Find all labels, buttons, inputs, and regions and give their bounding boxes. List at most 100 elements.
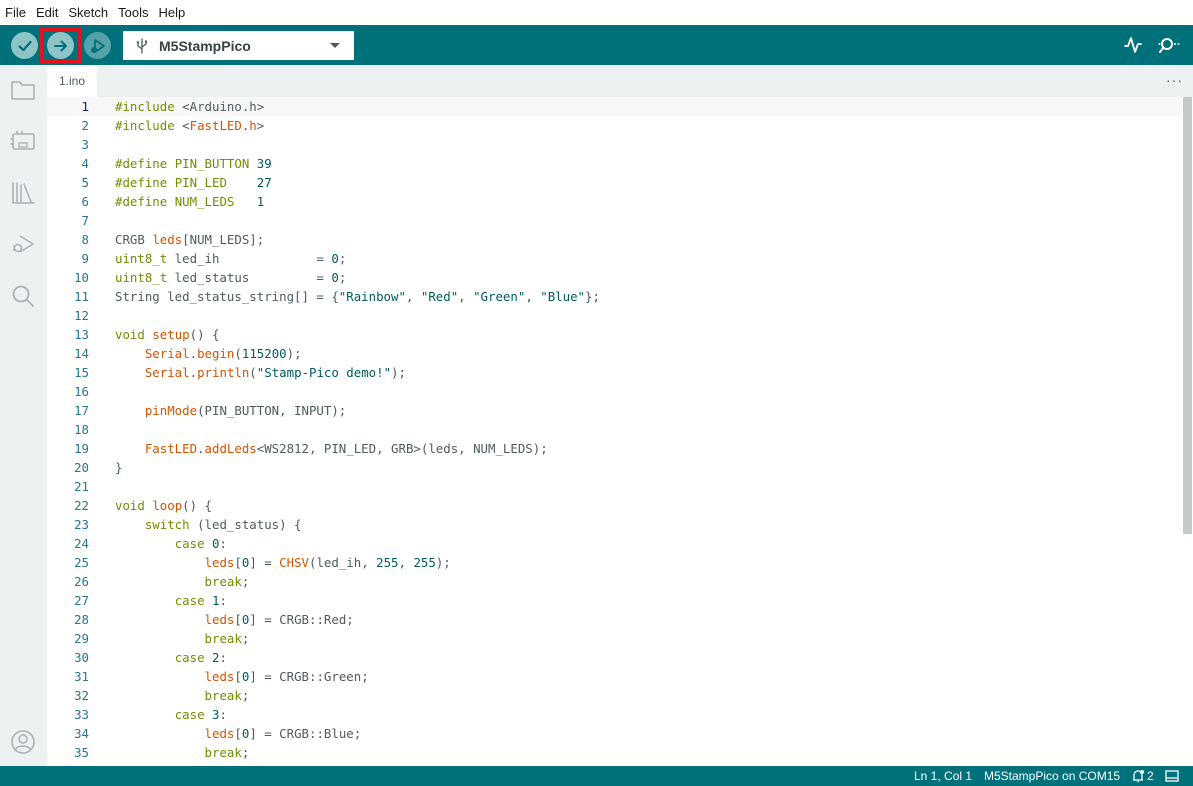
code-line[interactable]: 23 switch (led_status) {: [47, 515, 1182, 534]
code-text: Serial.println("Stamp-Pico demo!");: [144, 365, 406, 380]
line-number: 28: [74, 612, 89, 627]
line-number: 35: [74, 745, 89, 760]
search-icon[interactable]: [9, 282, 37, 310]
code-line[interactable]: 3: [47, 135, 1182, 154]
line-number: 15: [74, 365, 89, 380]
menu-file[interactable]: File: [5, 5, 26, 20]
code-line[interactable]: 26 break;: [47, 572, 1182, 591]
line-number: 30: [74, 650, 89, 665]
code-line[interactable]: 16: [47, 382, 1182, 401]
code-text: switch (led_status) {: [144, 517, 302, 532]
code-line[interactable]: 4 #define PIN_BUTTON 39: [47, 154, 1182, 173]
code-line[interactable]: 2 #include <FastLED.h>: [47, 116, 1182, 135]
scrollbar-thumb[interactable]: [1183, 97, 1192, 534]
code-line[interactable]: 6 #define NUM_LEDS 1: [47, 192, 1182, 211]
menu-tools[interactable]: Tools: [118, 5, 148, 20]
serial-monitor-icon: [1158, 38, 1180, 53]
code-line[interactable]: 22 void loop() {: [47, 496, 1182, 515]
usb-icon: [136, 37, 147, 54]
code-line[interactable]: 33 case 3:: [47, 705, 1182, 724]
line-number: 4: [81, 156, 89, 171]
code-text: uint8_t led_ih = 0;: [115, 251, 347, 266]
line-number: 8: [81, 232, 89, 247]
code-line[interactable]: 17 pinMode(PIN_BUTTON, INPUT);: [47, 401, 1182, 420]
line-number: 18: [74, 422, 89, 437]
code-line[interactable]: 14 Serial.begin(115200);: [47, 344, 1182, 363]
code-line[interactable]: 32 break;: [47, 686, 1182, 705]
code-line[interactable]: 25 leds[0] = CHSV(led_ih, 255, 255);: [47, 553, 1182, 572]
code-line[interactable]: 12: [47, 306, 1182, 325]
code-line[interactable]: 21: [47, 477, 1182, 496]
code-text: case 2:: [174, 650, 227, 665]
arrow-right-icon: [53, 40, 67, 51]
code-text: case 1:: [174, 593, 227, 608]
serial-plotter-button[interactable]: [1121, 34, 1145, 56]
code-text: #define PIN_LED 27: [115, 175, 272, 190]
line-number: 22: [74, 498, 89, 513]
library-icon[interactable]: [9, 179, 37, 207]
code-editor[interactable]: 1 #include <Arduino.h> 2 #include <FastLED.…: [47, 97, 1182, 766]
tab-sketch-file[interactable]: 1.ino: [47, 65, 97, 97]
code-line[interactable]: 24 case 0:: [47, 534, 1182, 553]
code-line[interactable]: 7: [47, 211, 1182, 230]
code-line[interactable]: 20}: [47, 458, 1182, 477]
menu-sketch[interactable]: Sketch: [68, 5, 108, 20]
code-line[interactable]: 19 FastLED.addLeds<WS2812, PIN_LED, GRB>…: [47, 439, 1182, 458]
line-number: 20: [74, 460, 89, 475]
code-text: #define PIN_BUTTON 39: [115, 156, 272, 171]
debug-icon[interactable]: [9, 230, 37, 258]
code-line[interactable]: 8 CRGB leds[NUM_LEDS];: [47, 230, 1182, 249]
line-number: 24: [74, 536, 89, 551]
code-line[interactable]: 5 #define PIN_LED 27: [47, 173, 1182, 192]
code-text: FastLED.addLeds<WS2812, PIN_LED, GRB>(le…: [144, 441, 548, 456]
code-line[interactable]: 28 leds[0] = CRGB::Red;: [47, 610, 1182, 629]
cursor-position: Ln 1, Col 1: [914, 769, 973, 783]
code-line[interactable]: 18: [47, 420, 1182, 439]
menu-edit[interactable]: Edit: [36, 5, 58, 20]
code-line[interactable]: 13 void setup() {: [47, 325, 1182, 344]
code-line[interactable]: 30 case 2:: [47, 648, 1182, 667]
board-port-status[interactable]: M5StampPico on COM15: [984, 769, 1120, 783]
code-text: case 0:: [174, 536, 227, 551]
more-options-icon[interactable]: ···: [1166, 72, 1183, 88]
line-number: 9: [81, 251, 89, 266]
code-line[interactable]: 1 #include <Arduino.h>: [47, 97, 1182, 116]
menu-help[interactable]: Help: [158, 5, 185, 20]
board-manager-icon[interactable]: [9, 127, 37, 155]
line-number: 34: [74, 726, 89, 741]
code-text: break;: [204, 688, 250, 703]
line-number: 7: [81, 213, 89, 228]
line-number: 17: [74, 403, 89, 418]
board-selector[interactable]: M5StampPico: [123, 31, 354, 60]
notification-icon[interactable]: [1131, 769, 1145, 783]
debug-button[interactable]: [84, 32, 111, 59]
vertical-scrollbar[interactable]: [1182, 97, 1193, 766]
code-line[interactable]: 15 Serial.println("Stamp-Pico demo!");: [47, 363, 1182, 382]
code-text: void setup() {: [115, 327, 220, 342]
line-number: 14: [74, 346, 89, 361]
code-line[interactable]: 31 leds[0] = CRGB::Green;: [47, 667, 1182, 686]
line-number: 31: [74, 669, 89, 684]
status-bar: Ln 1, Col 1 M5StampPico on COM15 2: [0, 766, 1193, 786]
line-number: 29: [74, 631, 89, 646]
code-line[interactable]: 10 uint8_t led_status = 0;: [47, 268, 1182, 287]
line-number: 1: [81, 99, 89, 114]
line-number: 3: [81, 137, 89, 152]
checkmark-icon: [17, 40, 32, 51]
code-text: #include <Arduino.h>: [115, 99, 265, 114]
upload-button[interactable]: [47, 32, 74, 59]
code-line[interactable]: 29 break;: [47, 629, 1182, 648]
line-number: 33: [74, 707, 89, 722]
code-text: CRGB leds[NUM_LEDS];: [115, 232, 265, 247]
code-line[interactable]: 9 uint8_t led_ih = 0;: [47, 249, 1182, 268]
verify-button[interactable]: [11, 32, 38, 59]
toggle-panel-icon[interactable]: [1165, 770, 1179, 782]
code-line[interactable]: 27 case 1:: [47, 591, 1182, 610]
serial-monitor-button[interactable]: [1156, 34, 1184, 56]
code-line[interactable]: 11 String led_status_string[] = {"Rainbow…: [47, 287, 1182, 306]
folder-icon[interactable]: [9, 76, 37, 104]
code-line[interactable]: 35 break;: [47, 743, 1182, 762]
line-number: 12: [74, 308, 89, 323]
account-icon[interactable]: [9, 728, 37, 756]
code-line[interactable]: 34 leds[0] = CRGB::Blue;: [47, 724, 1182, 743]
